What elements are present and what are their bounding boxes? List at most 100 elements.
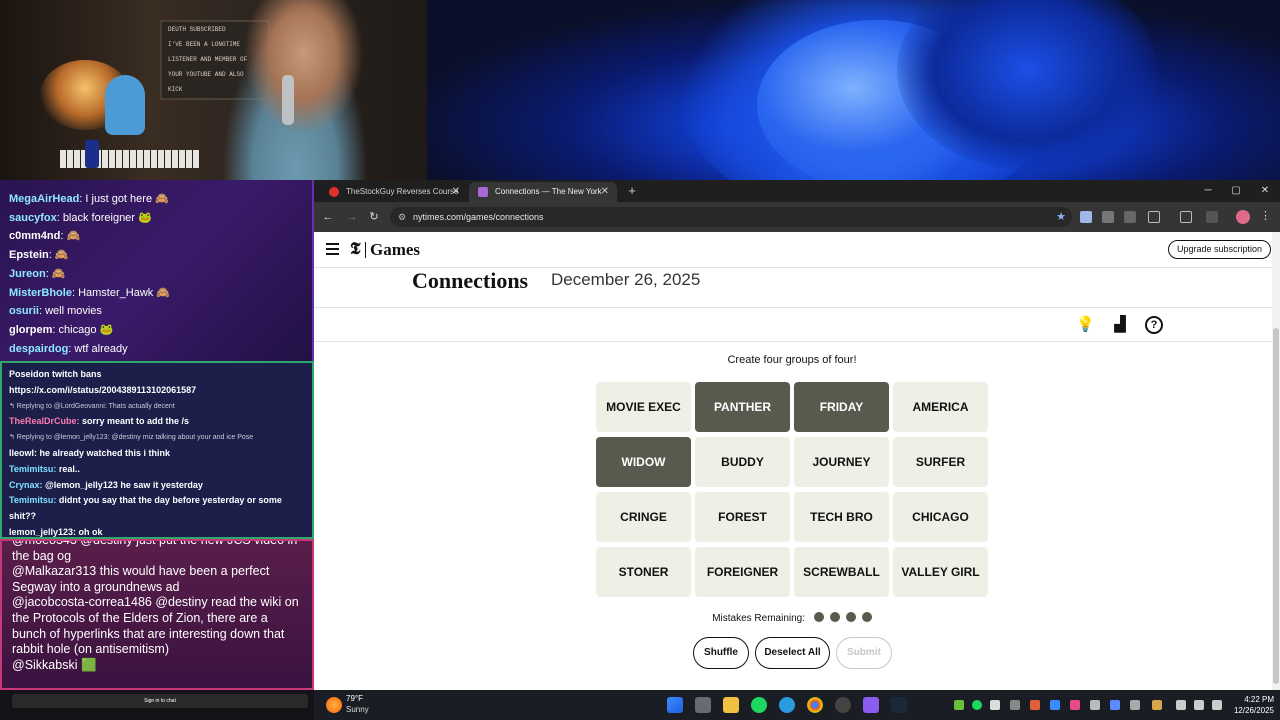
weather-sun-icon[interactable] bbox=[326, 697, 342, 713]
address-bar[interactable]: ⚙ nytimes.com/games/connections ★ bbox=[390, 207, 1072, 227]
chat-link[interactable]: https://x.com/i/status/20043891131020615… bbox=[9, 383, 305, 399]
tray-icon[interactable] bbox=[1110, 700, 1120, 710]
shuffle-button[interactable]: Shuffle bbox=[693, 637, 749, 669]
new-tab-button[interactable]: + bbox=[624, 182, 640, 200]
chat-username[interactable]: @Malkazar313 bbox=[12, 564, 96, 578]
chat-username[interactable]: glorpem bbox=[9, 324, 52, 336]
edge-icon[interactable] bbox=[779, 697, 795, 713]
app-icon[interactable] bbox=[863, 697, 879, 713]
back-icon[interactable]: ← bbox=[320, 209, 336, 225]
word-tile[interactable]: PANTHER bbox=[695, 382, 790, 432]
chat-username[interactable]: c0mm4nd bbox=[9, 230, 60, 242]
weather-condition[interactable]: Sunny bbox=[346, 705, 369, 714]
chat-message: @jacobcosta-correa1486 @destiny read the… bbox=[12, 595, 302, 657]
word-tile[interactable]: CRINGE bbox=[596, 492, 691, 542]
start-windows-icon[interactable] bbox=[667, 697, 683, 713]
upgrade-subscription-button[interactable]: Upgrade subscription bbox=[1168, 240, 1272, 259]
chat-username[interactable]: Temimitsu: bbox=[9, 464, 56, 474]
tray-icon[interactable] bbox=[1070, 700, 1080, 710]
chat-username[interactable]: Epstein bbox=[9, 249, 49, 261]
word-tile[interactable]: BUDDY bbox=[695, 437, 790, 487]
clock-time[interactable]: 4:22 PM bbox=[1234, 695, 1274, 704]
chat-username[interactable]: @Sikkabski bbox=[12, 658, 78, 672]
chat-username[interactable]: saucyfox bbox=[9, 212, 57, 224]
tray-icon[interactable] bbox=[972, 700, 982, 710]
extension-icon[interactable] bbox=[1102, 211, 1114, 223]
chat-username[interactable]: Crynax: bbox=[9, 480, 43, 490]
chat-message: MisterBhole: Hamster_Hawk 🙈 bbox=[9, 284, 303, 303]
chat-username[interactable]: Temimitsu: bbox=[9, 495, 56, 505]
word-tile[interactable]: WIDOW bbox=[596, 437, 691, 487]
task-view-icon[interactable] bbox=[695, 697, 711, 713]
word-tile[interactable]: AMERICA bbox=[893, 382, 988, 432]
sidebar-icon[interactable] bbox=[1180, 211, 1192, 223]
lightbulb-hint-icon[interactable]: 💡 bbox=[1076, 316, 1095, 334]
scrollbar-thumb[interactable] bbox=[1273, 328, 1279, 684]
keyboard bbox=[60, 150, 200, 168]
word-tile[interactable]: VALLEY GIRL bbox=[893, 547, 988, 597]
stats-icon[interactable]: ▟ bbox=[1111, 316, 1129, 334]
word-tile[interactable]: FRIDAY bbox=[794, 382, 889, 432]
chat-username[interactable]: TheRealDrCube: bbox=[9, 416, 80, 426]
file-explorer-icon[interactable] bbox=[723, 697, 739, 713]
minimize-button[interactable]: ─ bbox=[1200, 183, 1216, 199]
maximize-button[interactable]: ▢ bbox=[1228, 183, 1244, 199]
profile-avatar[interactable] bbox=[1236, 210, 1250, 224]
extensions-puzzle-icon[interactable] bbox=[1148, 211, 1160, 223]
clock-date[interactable]: 12/26/2025 bbox=[1226, 706, 1274, 715]
tray-icon[interactable] bbox=[1130, 700, 1140, 710]
obs-icon[interactable] bbox=[835, 697, 851, 713]
sign-in-to-chat-button[interactable]: Sign in to chat bbox=[12, 694, 308, 708]
extension-icon[interactable] bbox=[1080, 211, 1092, 223]
word-tile[interactable]: CHICAGO bbox=[893, 492, 988, 542]
volume-icon[interactable] bbox=[1212, 700, 1222, 710]
word-tile[interactable]: STONER bbox=[596, 547, 691, 597]
bookmark-star-icon[interactable]: ★ bbox=[1056, 207, 1066, 227]
reload-icon[interactable]: ↻ bbox=[366, 209, 382, 225]
chat-username[interactable]: MegaAirHead bbox=[9, 193, 79, 205]
page-scrollbar[interactable] bbox=[1272, 232, 1280, 690]
tray-icon[interactable] bbox=[990, 700, 1000, 710]
spotify-icon[interactable] bbox=[751, 697, 767, 713]
tray-icon[interactable] bbox=[1010, 700, 1020, 710]
browser-tab-connections[interactable]: Connections — The New York ✕ bbox=[469, 182, 617, 202]
weather-temperature[interactable]: 79°F bbox=[346, 694, 363, 703]
word-tile[interactable]: JOURNEY bbox=[794, 437, 889, 487]
forward-icon[interactable]: → bbox=[344, 209, 360, 225]
tray-icon[interactable] bbox=[1030, 700, 1040, 710]
submit-button[interactable]: Submit bbox=[836, 637, 892, 669]
word-tile[interactable]: MOVIE EXEC bbox=[596, 382, 691, 432]
close-tab-icon[interactable]: ✕ bbox=[601, 182, 609, 202]
extension-icon[interactable] bbox=[1124, 211, 1136, 223]
close-window-button[interactable]: ✕ bbox=[1257, 183, 1273, 199]
close-tab-icon[interactable]: ✕ bbox=[452, 182, 460, 202]
wifi-icon[interactable] bbox=[1176, 700, 1186, 710]
deselect-all-button[interactable]: Deselect All bbox=[755, 637, 830, 669]
nyt-logo[interactable]: 𝕿 bbox=[350, 239, 360, 259]
chat-username[interactable]: @moe8343 bbox=[12, 541, 77, 547]
chat-username[interactable]: Jureon bbox=[9, 268, 46, 280]
word-tile[interactable]: FOREST bbox=[695, 492, 790, 542]
network-icon[interactable] bbox=[1194, 700, 1204, 710]
browser-tab-youtube[interactable]: TheStockGuy Reverses Course ✕ bbox=[320, 182, 468, 202]
steam-icon[interactable] bbox=[891, 697, 907, 713]
chat-username[interactable]: MisterBhole bbox=[9, 287, 72, 299]
chat-username[interactable]: @jacobcosta-correa1486 bbox=[12, 595, 152, 609]
chat-username[interactable]: osurii bbox=[9, 305, 39, 317]
chat-username[interactable]: despairdog bbox=[9, 343, 68, 355]
tray-icon[interactable] bbox=[1152, 700, 1162, 710]
word-tile[interactable]: SCREWBALL bbox=[794, 547, 889, 597]
tray-icon[interactable] bbox=[1090, 700, 1100, 710]
media-icon[interactable] bbox=[1206, 211, 1218, 223]
tray-icon[interactable] bbox=[1050, 700, 1060, 710]
site-info-icon[interactable]: ⚙ bbox=[398, 207, 406, 227]
help-icon[interactable]: ? bbox=[1145, 316, 1163, 334]
games-wordmark[interactable]: Games bbox=[370, 240, 420, 260]
tray-icon[interactable] bbox=[954, 700, 964, 710]
browser-menu-icon[interactable]: ⋮ bbox=[1260, 209, 1271, 222]
word-tile[interactable]: FOREIGNER bbox=[695, 547, 790, 597]
word-tile[interactable]: TECH BRO bbox=[794, 492, 889, 542]
word-tile[interactable]: SURFER bbox=[893, 437, 988, 487]
hamburger-menu-icon[interactable] bbox=[326, 243, 339, 255]
chrome-icon[interactable] bbox=[807, 697, 823, 713]
